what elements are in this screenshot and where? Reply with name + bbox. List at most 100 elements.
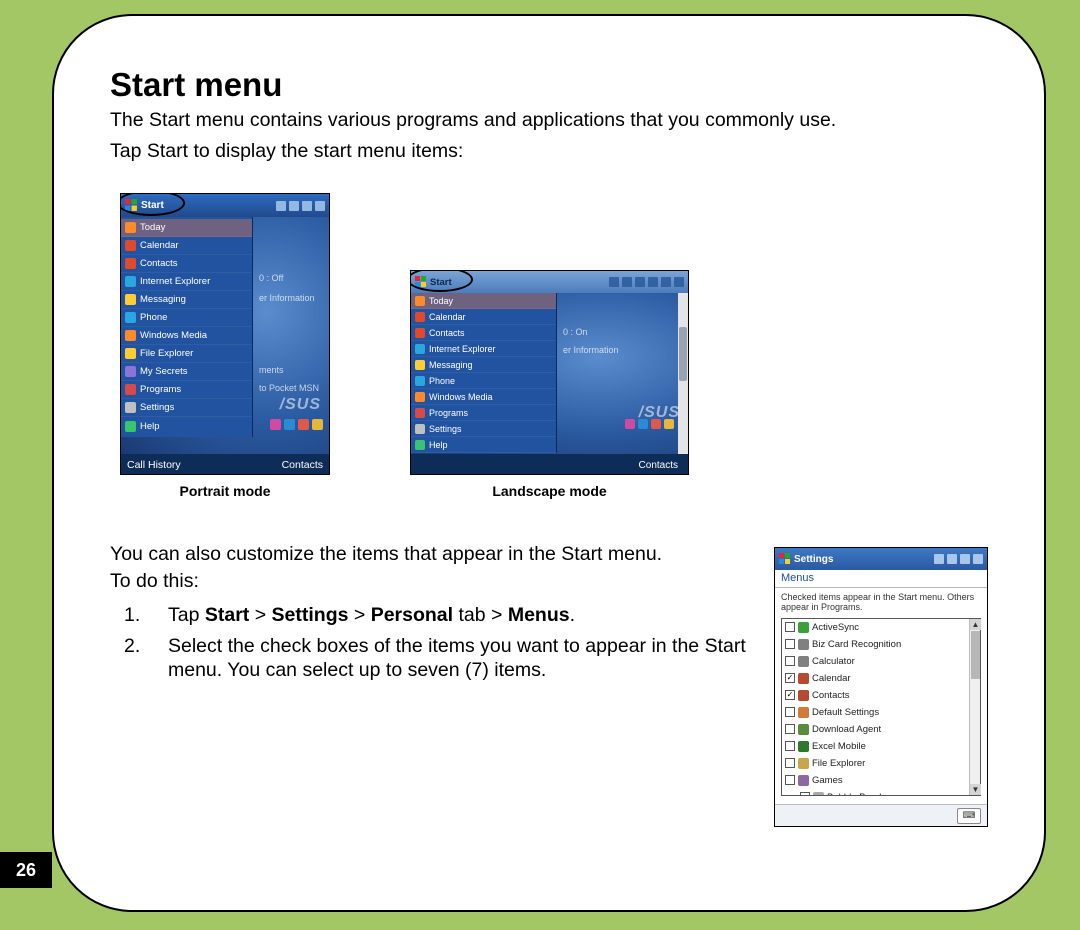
page-number-badge: 26 [0,852,52,888]
device-portrait: Start TodayCalendarContactsInternet Expl… [120,193,330,475]
softkey-left[interactable]: Call History [127,459,181,471]
list-item-label: Default Settings [812,707,879,718]
app-icon [415,424,425,434]
checkbox[interactable] [800,792,810,795]
app-icon [798,673,809,684]
menus-list-item[interactable]: Default Settings [782,704,969,721]
start-menu[interactable]: TodayCalendar Contacts Internet Explorer Me… [411,293,557,453]
windows-flag-icon [779,553,791,565]
app-icon [798,758,809,769]
app-icon [125,276,136,287]
menus-list-item[interactable]: ActiveSync [782,619,969,636]
softkeys: Call History Contacts [121,454,329,475]
start-menu-item[interactable]: File Explorer [121,345,252,363]
start-menu-item[interactable]: My Secrets [121,363,252,381]
list-item-label: Calculator [812,656,855,667]
windows-flag-icon [125,199,138,212]
app-icon [798,724,809,735]
menu-item-label: Internet Explorer [429,344,496,354]
start-menu-item[interactable]: Today [121,219,252,237]
start-menu-item[interactable]: Calendar [121,237,252,255]
app-icon [798,690,809,701]
device-settings-menus: Settings Menus Checked items appear in t… [774,547,988,827]
start-menu-item[interactable]: Windows Media [411,389,556,405]
app-icon [798,741,809,752]
checkbox[interactable] [785,775,795,785]
menu-item-label: Windows Media [429,392,493,402]
bg-text: ments [259,365,284,375]
start-menu-item[interactable]: Programs [411,405,556,421]
menus-list-item[interactable]: Games [782,772,969,789]
checkbox[interactable] [785,741,795,751]
start-menu[interactable]: Today Calendar ContactsInternet ExplorerMe… [121,217,253,437]
start-button[interactable]: Start [430,277,452,288]
menu-item-label: Contacts [429,328,465,338]
checkbox[interactable] [785,690,795,700]
app-icon [125,222,136,233]
checkbox[interactable] [785,758,795,768]
menus-list-item[interactable]: Download Agent [782,721,969,738]
figure-portrait: Start TodayCalendarContactsInternet Expl… [120,193,330,499]
checkbox[interactable] [785,724,795,734]
system-tray [276,201,325,211]
start-menu-item[interactable]: Calendar [411,309,556,325]
checkbox[interactable] [785,656,795,666]
app-icon [798,622,809,633]
scroll-down-icon[interactable]: ▼ [970,784,981,795]
scrollbar[interactable]: ▲ ▼ [969,619,980,795]
app-icon [415,392,425,402]
start-menu-item[interactable]: Help [411,437,556,453]
softkey-right[interactable]: Contacts [282,459,323,471]
start-menu-item[interactable]: Settings [121,399,252,417]
device-landscape: Start TodayCalendar Contacts Internet Expl… [410,270,689,475]
start-menu-item[interactable]: Phone [121,309,252,327]
softkey-right[interactable]: Contacts [639,460,678,471]
scroll-up-icon[interactable]: ▲ [970,619,981,630]
menu-item-label: File Explorer [140,348,193,359]
start-menu-item[interactable]: Settings [411,421,556,437]
checkbox[interactable] [785,639,795,649]
menus-list-item[interactable]: Contacts [782,687,969,704]
start-menu-item[interactable]: Internet Explorer [411,341,556,357]
checkbox[interactable] [785,673,795,683]
notification-icons [625,419,674,429]
start-menu-item[interactable]: Programs [121,381,252,399]
system-tray [609,277,684,287]
app-icon [415,344,425,354]
start-menu-item[interactable]: Contacts [411,325,556,341]
menus-list-item[interactable]: Calculator [782,653,969,670]
keyboard-icon[interactable]: ⌨ [957,808,981,824]
lower-text: You can also customize the items that ap… [110,543,748,688]
list-item-label: ActiveSync [812,622,859,633]
menus-list[interactable]: ActiveSync Biz Card Recognition Calculator… [782,619,969,795]
start-menu-item[interactable]: Messaging [121,291,252,309]
app-icon [415,408,425,418]
start-menu-item[interactable]: Help [121,417,252,435]
menus-list-item[interactable]: Calendar [782,670,969,687]
menus-list-item[interactable]: Excel Mobile [782,738,969,755]
start-menu-item[interactable]: Phone [411,373,556,389]
menu-item-label: Programs [429,408,468,418]
menus-list-item[interactable]: File Explorer [782,755,969,772]
list-item-label: Games [812,775,843,786]
start-menu-item[interactable]: Messaging [411,357,556,373]
intro-line-2: Tap Start to display the start menu item… [110,139,988,164]
menus-list-item[interactable]: Bubble Breaker [782,789,969,795]
start-menu-item[interactable]: Today [411,293,556,309]
start-menu-item[interactable]: Contacts [121,255,252,273]
intro-line-1: The Start menu contains various programs… [110,108,988,133]
steps-list: 1.Tap Start > Settings > Personal tab > … [110,603,748,682]
scrollbar[interactable] [678,293,688,454]
menus-list-item[interactable]: Biz Card Recognition [782,636,969,653]
scroll-thumb[interactable] [971,631,980,679]
windows-flag-icon [415,276,427,288]
list-item-label: Excel Mobile [812,741,866,752]
start-button[interactable]: Start [141,200,164,211]
menu-item-label: My Secrets [140,366,188,377]
checkbox[interactable] [785,707,795,717]
start-menu-item[interactable]: Windows Media [121,327,252,345]
bg-text: er Information [259,293,315,303]
start-menu-item[interactable]: Internet Explorer [121,273,252,291]
menu-item-label: Calendar [140,240,179,251]
checkbox[interactable] [785,622,795,632]
